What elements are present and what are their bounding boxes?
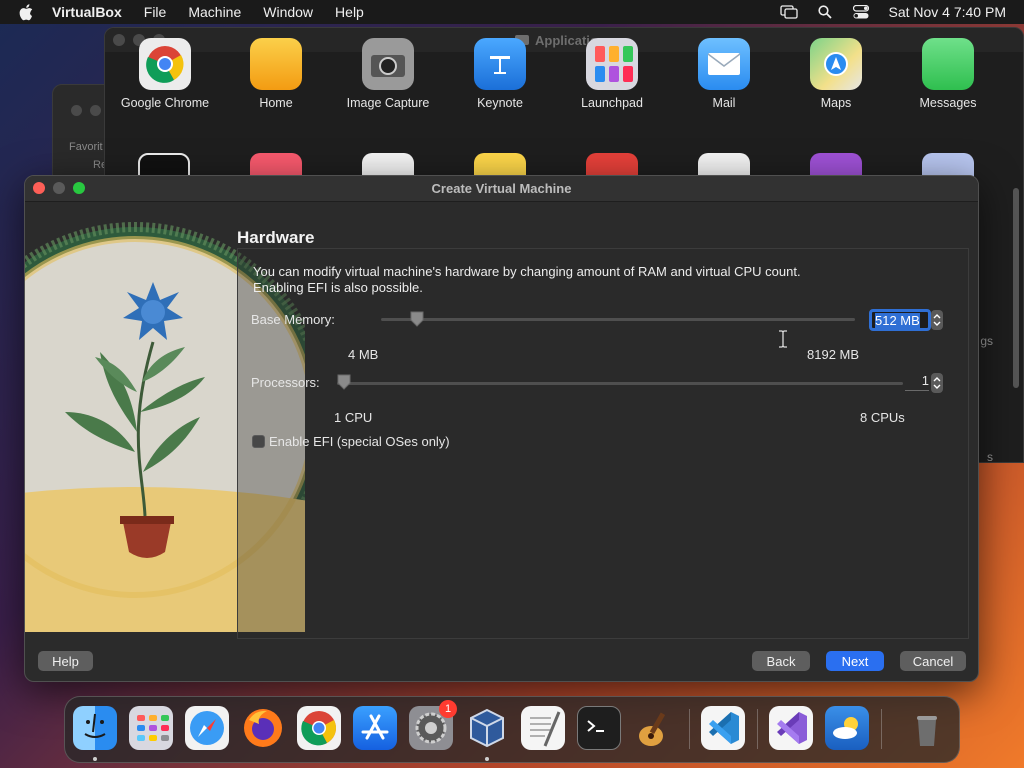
control-center-icon[interactable] [852,4,870,20]
dock-chrome-icon[interactable] [297,706,341,750]
dock-running-indicator [93,757,97,761]
finder-traffic-lights [71,105,101,116]
app-item-label: Home [259,96,293,110]
description-line-1: You can modify virtual machine's hardwar… [253,264,801,279]
base-memory-slider-thumb[interactable] [410,311,424,327]
dock-running-indicator [485,757,489,761]
dock-firefox-icon[interactable] [241,706,285,750]
processors-slider-thumb[interactable] [337,374,351,390]
camera-icon [362,38,414,90]
partial-label-1: gs [980,334,993,348]
app-item-label: Google Chrome [120,96,210,110]
spotlight-search-icon[interactable] [816,4,834,20]
dock-virtualbox-icon[interactable] [465,706,509,750]
app-item-mail[interactable]: Mail [668,38,780,110]
dock-system-settings-icon[interactable]: 1 [409,700,457,750]
settings-notification-badge: 1 [439,700,457,718]
menu-window[interactable]: Window [263,4,313,20]
app-item-home[interactable]: Home [220,38,332,110]
minimize-window-icon[interactable] [53,182,65,194]
dock-launchpad-icon[interactable] [129,706,173,750]
hardware-description: You can modify virtual machine's hardwar… [253,264,893,296]
applications-scrollbar[interactable] [1013,188,1019,388]
enable-efi-label[interactable]: Enable EFI (special OSes only) [269,434,450,449]
app-item-image-capture[interactable]: Image Capture [332,38,444,110]
processors-stepper[interactable] [931,373,943,393]
dock-separator [689,709,690,749]
app-item-label: Messages [919,96,977,110]
dock-vscode-icon[interactable] [701,706,745,750]
dock-terminal-icon[interactable] [577,706,621,750]
dialog-traffic-lights [33,182,85,194]
maps-icon [810,38,862,90]
messages-icon [922,38,974,90]
processors-max-label: 8 CPUs [860,410,905,425]
dock-weather-icon[interactable] [825,706,869,750]
dialog-title: Create Virtual Machine [431,181,572,196]
cancel-button[interactable]: Cancel [900,651,966,671]
processors-input[interactable]: 1 [905,373,929,391]
dock-separator [757,709,758,749]
enable-efi-checkbox[interactable] [252,435,265,448]
app-item-maps[interactable]: Maps [780,38,892,110]
menu-help[interactable]: Help [335,4,364,20]
menu-machine[interactable]: Machine [188,4,241,20]
keynote-icon [474,38,526,90]
processors-slider-track[interactable] [337,382,903,385]
ibeam-cursor-icon [778,330,788,348]
dock-visual-studio-icon[interactable] [769,706,813,750]
finder-sidebar-favorites: Favorit Re [69,141,107,171]
app-item-google-chrome[interactable]: Google Chrome [109,38,221,110]
description-line-2: Enabling EFI is also possible. [253,280,423,295]
home-icon [250,38,302,90]
menu-file[interactable]: File [144,4,167,20]
dock: 1 [64,696,960,763]
dock-safari-icon[interactable] [185,706,229,750]
app-item-label: Maps [820,96,852,110]
close-window-icon[interactable] [33,182,45,194]
base-memory-value: 512 MB [875,313,920,328]
partial-label-2: s [987,450,993,463]
processors-min-label: 1 CPU [334,410,373,425]
app-item-label: Launchpad [581,96,643,110]
base-memory-min-label: 4 MB [348,347,379,362]
base-memory-label: Base Memory: [251,312,335,327]
base-memory-slider-track[interactable] [381,318,855,321]
app-item-launchpad[interactable]: Launchpad [556,38,668,110]
dock-trash-icon[interactable] [905,706,949,750]
zoom-window-icon[interactable] [73,182,85,194]
base-memory-max-label: 8192 MB [807,347,860,362]
back-button[interactable]: Back [752,651,810,671]
app-item-keynote[interactable]: Keynote [444,38,556,110]
menu-app-name[interactable]: VirtualBox [52,4,122,20]
create-vm-dialog[interactable]: Create Virtual Machine Hardware You can … [24,175,979,682]
launchpad-icon [586,38,638,90]
google-chrome-icon [139,38,191,90]
dock-textedit-icon[interactable] [521,706,565,750]
base-memory-input[interactable]: 512 MB [869,309,931,331]
app-item-label: Keynote [477,96,523,110]
base-memory-stepper[interactable] [931,310,943,330]
dock-separator [881,709,882,749]
apple-logo-icon[interactable] [18,3,36,21]
screen-mirroring-icon[interactable] [780,4,799,20]
mail-icon [698,38,750,90]
help-button[interactable]: Help [38,651,93,671]
dock-garageband-icon[interactable] [633,706,677,750]
finder-sidebar-label: Favorit [69,141,103,153]
app-item-label: Mail [712,96,736,110]
app-item-messages[interactable]: Messages [892,38,1004,110]
dialog-titlebar: Create Virtual Machine [25,176,978,202]
menu-clock[interactable]: Sat Nov 4 7:40 PM [888,4,1006,20]
section-title-hardware: Hardware [237,228,315,247]
next-button[interactable]: Next [826,651,884,671]
dock-finder-icon[interactable] [73,706,117,750]
processors-label: Processors: [251,375,320,390]
dock-app-store-icon[interactable] [353,706,397,750]
app-item-label: Image Capture [346,96,430,110]
menu-bar: VirtualBox File Machine Window Help Sat … [0,0,1024,24]
